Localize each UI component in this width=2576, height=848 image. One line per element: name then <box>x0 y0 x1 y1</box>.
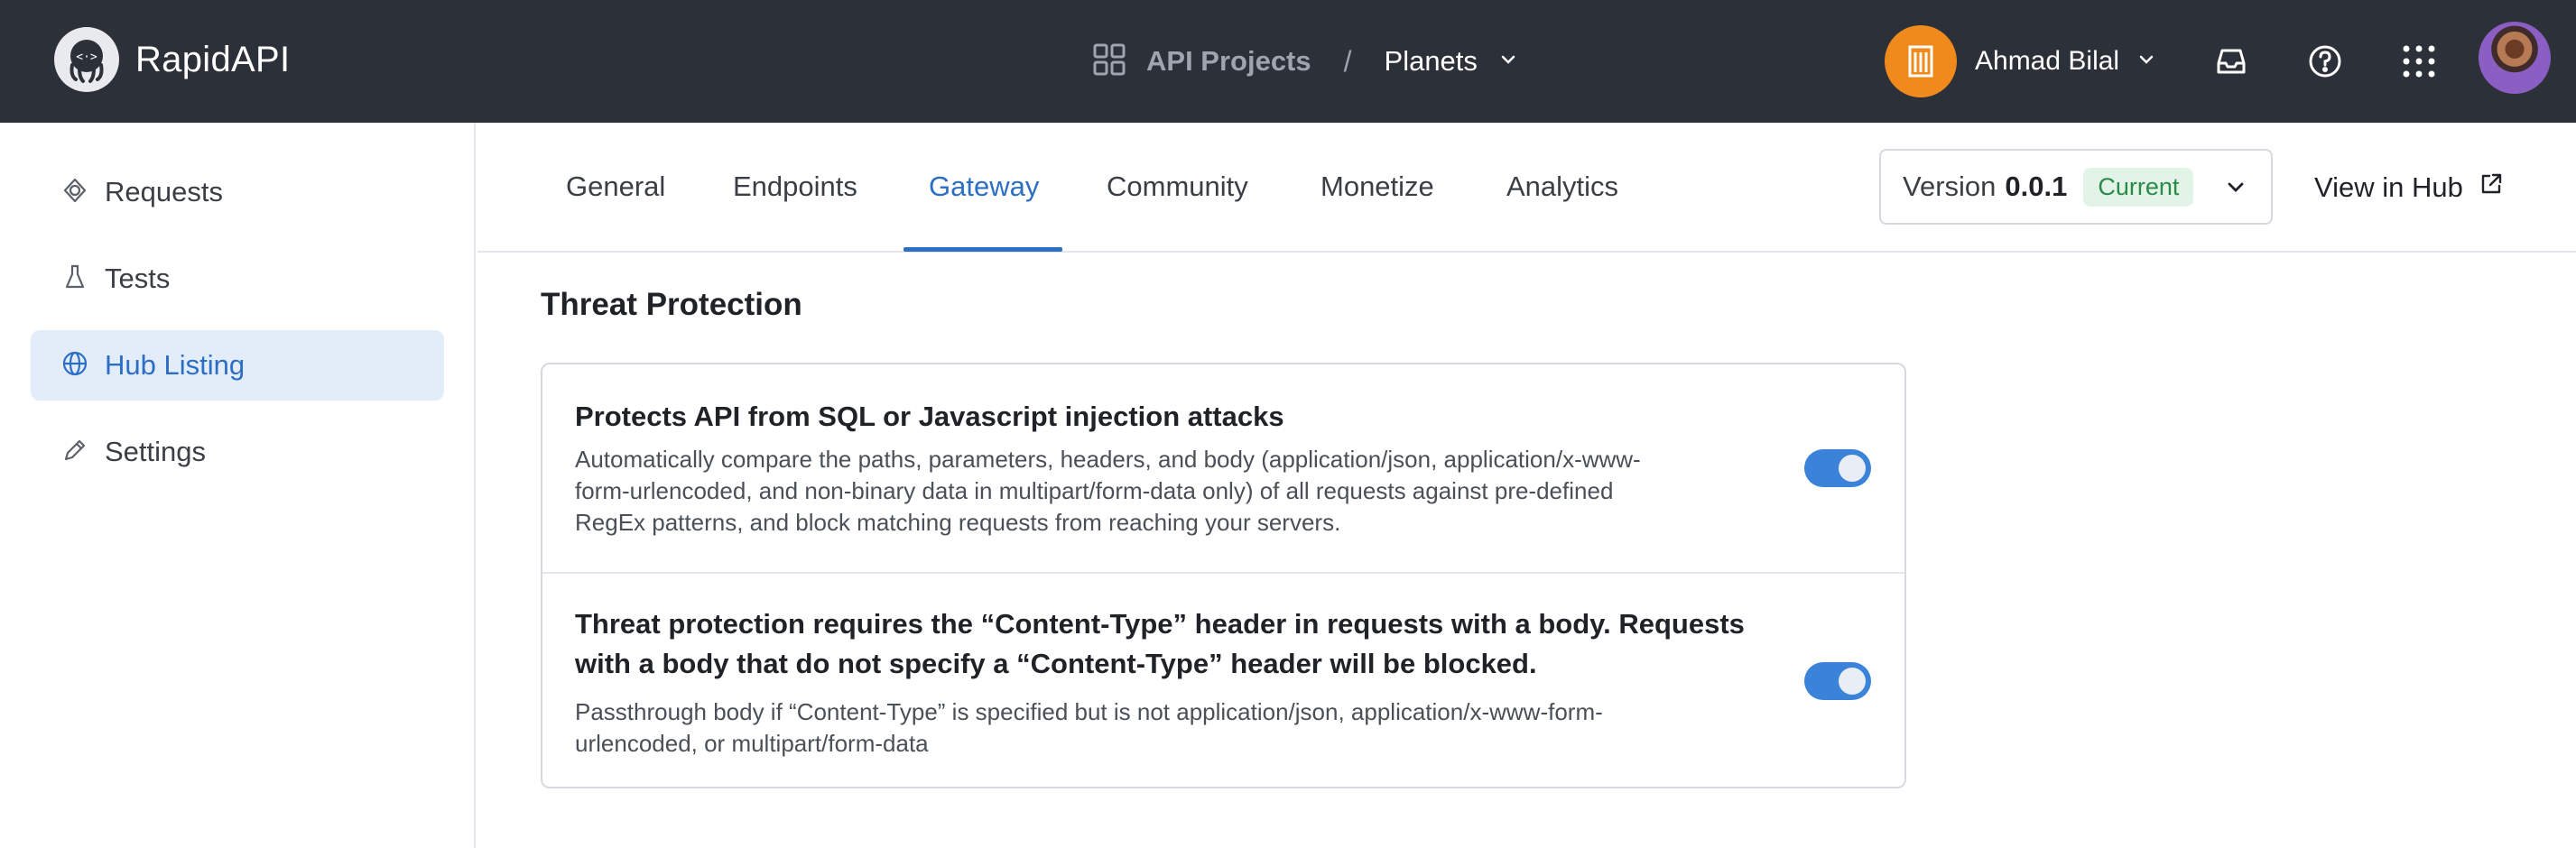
grid-icon <box>1092 42 1126 81</box>
tab-gateway[interactable]: Gateway <box>929 123 1039 251</box>
user-name: Ahmad Bilal <box>1975 46 2120 76</box>
tab-analytics[interactable]: Analytics <box>1506 123 1618 251</box>
breadcrumb: API Projects / Planets <box>1092 36 1519 87</box>
account-switcher[interactable]: Ahmad Bilal <box>1885 22 2157 101</box>
view-in-hub-label: View in Hub <box>2314 171 2463 203</box>
chevron-down-icon[interactable] <box>2136 49 2157 75</box>
active-tab-indicator <box>903 247 1062 252</box>
globe-icon <box>61 350 88 382</box>
breadcrumb-api-projects[interactable]: API Projects <box>1146 45 1311 78</box>
sidebar: Requests Tests Hub Listing Settings <box>0 123 476 848</box>
section-title: Threat Protection <box>541 287 802 322</box>
sidebar-item-label: Settings <box>105 436 207 467</box>
sidebar-item-label: Hub Listing <box>105 349 246 381</box>
sidebar-item-requests[interactable]: Requests <box>31 157 444 227</box>
sidebar-item-tests[interactable]: Tests <box>31 244 444 314</box>
sidebar-item-hub-listing[interactable]: Hub Listing <box>31 330 444 401</box>
sidebar-item-label: Requests <box>105 176 223 207</box>
content-type-row: Threat protection requires the “Content-… <box>542 574 1904 788</box>
organization-avatar <box>1885 25 1957 97</box>
tab-general[interactable]: General <box>566 123 665 251</box>
breadcrumb-current-project[interactable]: Planets <box>1385 45 1478 78</box>
chevron-down-icon[interactable] <box>1497 49 1519 75</box>
content-type-passthrough-toggle[interactable] <box>1804 662 1871 700</box>
svg-text:<·>: <·> <box>76 51 97 64</box>
profile-avatar[interactable] <box>2479 22 2551 94</box>
apps-grid-icon[interactable] <box>2397 40 2441 83</box>
inbox-icon[interactable] <box>2210 40 2253 83</box>
rapidapi-logo-icon: <·> <box>54 27 119 92</box>
flask-icon <box>61 263 88 295</box>
top-navigation-bar: <·> RapidAPI API Projects / Planets Ahma… <box>0 0 2576 123</box>
injection-protection-toggle[interactable] <box>1804 449 1871 487</box>
row-description: Passthrough body if “Content-Type” is sp… <box>575 698 1603 757</box>
row-title: Threat protection requires the “Content-… <box>575 608 1745 679</box>
version-label: Version <box>1903 171 1997 202</box>
tab-monetize[interactable]: Monetize <box>1320 123 1434 251</box>
threat-protection-card: Protects API from SQL or Javascript inje… <box>541 363 1906 788</box>
sidebar-item-settings[interactable]: Settings <box>31 417 444 487</box>
pencil-icon <box>61 437 88 468</box>
tab-community[interactable]: Community <box>1107 123 1248 251</box>
requests-icon <box>61 177 88 208</box>
breadcrumb-separator: / <box>1343 44 1352 78</box>
tab-endpoints[interactable]: Endpoints <box>733 123 857 251</box>
version-status-badge: Current <box>2083 167 2194 207</box>
view-in-hub-link[interactable]: View in Hub <box>2314 162 2505 213</box>
version-number: 0.0.1 <box>2005 171 2068 202</box>
chevron-down-icon[interactable] <box>2222 174 2249 206</box>
brand-name: RapidAPI <box>135 39 291 79</box>
external-link-icon <box>2478 171 2505 205</box>
injection-protection-row: Protects API from SQL or Javascript inje… <box>542 364 1904 574</box>
row-description: Automatically compare the paths, paramet… <box>575 446 1641 536</box>
help-icon[interactable] <box>2303 40 2347 83</box>
row-title: Protects API from SQL or Javascript inje… <box>575 401 1284 432</box>
brand[interactable]: <·> RapidAPI <box>54 27 290 92</box>
version-selector[interactable]: Version 0.0.1 Current <box>1879 149 2273 225</box>
sidebar-item-label: Tests <box>105 263 171 294</box>
